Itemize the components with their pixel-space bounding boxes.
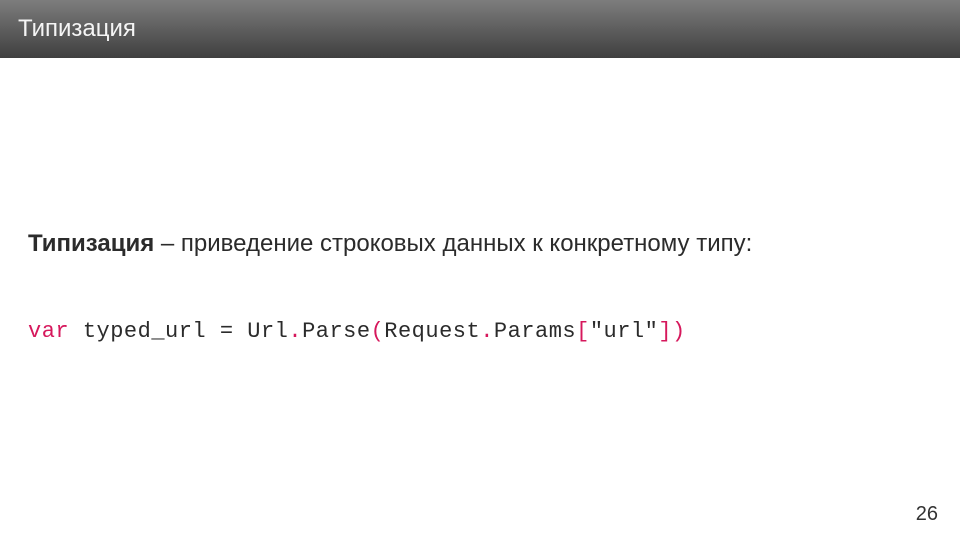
- code-lbracket: [: [576, 319, 590, 344]
- definition-separator: –: [154, 230, 181, 257]
- code-type-request: Request: [384, 319, 480, 344]
- code-identifier: typed_url: [83, 319, 206, 344]
- code-example: var typed_url = Url.Parse(Request.Params…: [28, 319, 932, 344]
- code-rbracket: ]: [658, 319, 672, 344]
- code-keyword-var: var: [28, 319, 69, 344]
- definition-line: Типизация – приведение строковых данных …: [28, 228, 932, 259]
- slide-header: Типизация: [0, 0, 960, 58]
- code-member-params: Params: [494, 319, 576, 344]
- code-rparen: ): [672, 319, 686, 344]
- code-dot: .: [288, 319, 302, 344]
- code-dot: .: [480, 319, 494, 344]
- code-type-url: Url: [247, 319, 288, 344]
- code-member-parse: Parse: [302, 319, 371, 344]
- slide-content: Типизация – приведение строковых данных …: [0, 58, 960, 344]
- page-number: 26: [916, 503, 938, 526]
- code-lparen: (: [371, 319, 385, 344]
- definition-term: Типизация: [28, 230, 154, 257]
- definition-desc: приведение строковых данных к конкретном…: [181, 230, 752, 257]
- code-equals: =: [220, 319, 234, 344]
- code-string: "url": [590, 319, 659, 344]
- slide-title: Типизация: [18, 15, 136, 43]
